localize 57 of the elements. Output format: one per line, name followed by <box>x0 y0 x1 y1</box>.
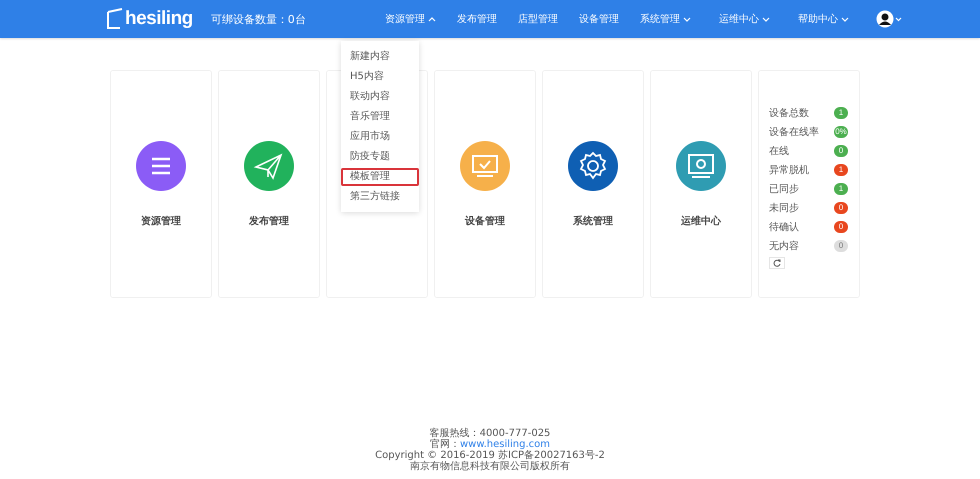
menu-card[interactable]: 资源管理 <box>110 70 212 298</box>
website-link[interactable]: www.hesiling.com <box>460 439 550 450</box>
logo-frame-icon <box>106 8 124 30</box>
monitor-icon <box>460 141 510 191</box>
website-label: 官网： <box>430 439 460 450</box>
menu-item[interactable]: 第三方链接 <box>341 188 419 206</box>
device-count: 可绑设备数量：0台 <box>210 12 307 26</box>
nav-item[interactable]: 系统管理 <box>640 12 691 26</box>
menu-item[interactable]: 新建内容 <box>341 48 419 66</box>
nav-item[interactable]: 帮助中心 <box>798 12 849 26</box>
stat-label: 未同步 <box>769 202 799 214</box>
menu-icon <box>136 141 186 191</box>
company-text: 南京有物信息科技有限公司版权所有 <box>409 461 571 472</box>
count-badge: 1 <box>834 182 848 194</box>
menu-card[interactable]: 系统管理 <box>542 70 644 298</box>
refresh-button[interactable] <box>769 257 785 269</box>
hotline-text: 客服热线：4000-777-025 <box>428 428 552 439</box>
nav-item[interactable]: 发布管理 <box>456 12 497 26</box>
logo-text: hesiling <box>125 8 193 30</box>
count-badge: 0 <box>834 144 848 156</box>
count-badge: 0 <box>834 202 848 214</box>
stat-label: 设备在线率 <box>769 126 819 138</box>
card-title: 设备管理 <box>465 214 505 228</box>
card-title: 系统管理 <box>573 214 613 228</box>
menu-item[interactable]: H5内容 <box>341 68 419 86</box>
count-badge: 0 <box>834 220 848 232</box>
menu-item[interactable]: 音乐管理 <box>341 108 419 126</box>
stat-label: 在线 <box>769 144 789 158</box>
menu-card[interactable]: 发布管理 <box>218 70 320 298</box>
count-badge: 0% <box>834 126 848 138</box>
menu-card[interactable]: 运维中心 <box>650 70 752 298</box>
stat-label: 无内容 <box>769 240 799 252</box>
nav-item[interactable]: 资源管理 <box>384 12 436 26</box>
stat-label: 异常脱机 <box>769 164 809 176</box>
copyright-text: Copyright © 2016-2019 苏ICP备20027163号-2 <box>374 450 606 461</box>
stat-label: 待确认 <box>769 220 799 234</box>
stat-label: 设备总数 <box>769 106 809 120</box>
card-title: 运维中心 <box>681 214 721 228</box>
paper-plane-icon <box>244 141 294 191</box>
nav-item[interactable]: 设备管理 <box>578 12 619 26</box>
nav-item[interactable]: 运维中心 <box>718 12 770 26</box>
card-title: 发布管理 <box>249 214 289 228</box>
stat-label: 已同步 <box>769 182 799 196</box>
count-badge: 0 <box>834 240 848 252</box>
menu-card[interactable]: 设备管理 <box>434 70 536 298</box>
gear-icon <box>568 141 618 191</box>
menu-item[interactable]: 防疫专题 <box>341 148 419 166</box>
menu-item[interactable]: 模板管理 <box>341 168 419 186</box>
nav-item[interactable]: 店型管理 <box>518 12 558 26</box>
monitor-gear-icon <box>676 141 726 191</box>
account-menu[interactable] <box>876 10 902 28</box>
card-title: 资源管理 <box>141 214 181 228</box>
count-badge: 1 <box>834 106 848 118</box>
refresh-icon <box>773 259 781 267</box>
menu-item[interactable]: 应用市场 <box>341 128 419 146</box>
count-badge: 1 <box>834 164 848 176</box>
menu-item[interactable]: 联动内容 <box>341 88 419 106</box>
